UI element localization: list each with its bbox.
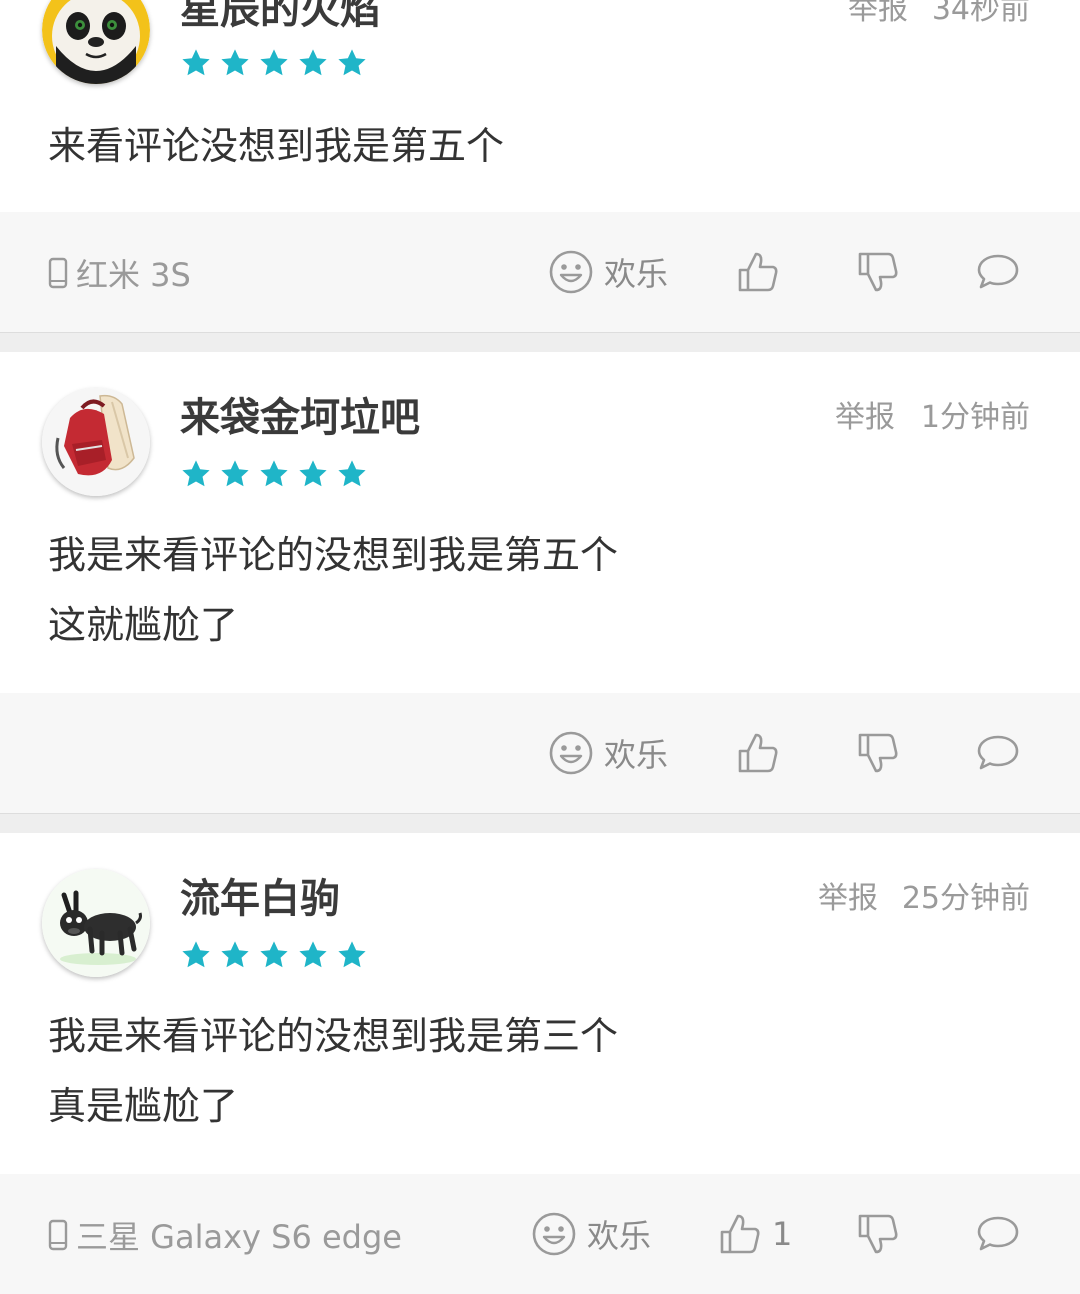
- dislike-button[interactable]: [856, 1210, 900, 1258]
- comment-footer: 三星 Galaxy S6 edge 欢乐 1: [0, 1174, 1080, 1294]
- star-icon: [258, 47, 290, 79]
- rating-stars: [180, 458, 375, 490]
- report-link[interactable]: 举报: [848, 0, 908, 30]
- reaction-button[interactable]: 欢乐: [548, 248, 668, 296]
- username[interactable]: 星辰的火焰: [180, 0, 380, 36]
- device-name: 三星 Galaxy S6 edge: [76, 1218, 402, 1256]
- comment-line: 真是尴尬了: [48, 1084, 239, 1128]
- card-divider: [0, 813, 1080, 833]
- comment-card: 星辰的火焰 举报 34秒前 来看评论没想到我是第五个 红米 3S 欢乐: [0, 0, 1080, 332]
- comment-line: 这就尴尬了: [48, 603, 239, 647]
- star-icon: [297, 47, 329, 79]
- reply-button[interactable]: [976, 248, 1020, 296]
- donkey-avatar-icon: [42, 869, 150, 977]
- thumbs-up-icon: [738, 252, 778, 292]
- like-count: 1: [772, 1215, 793, 1253]
- thumbs-down-icon: [858, 1214, 898, 1254]
- smiley-icon: [532, 1212, 576, 1256]
- card-divider: [0, 332, 1080, 352]
- avatar[interactable]: [42, 869, 150, 977]
- star-icon: [297, 458, 329, 490]
- comment-bubble-icon: [977, 735, 1019, 770]
- report-link[interactable]: 举报: [835, 398, 895, 438]
- reaction-label: 欢乐: [587, 1217, 652, 1255]
- report-link[interactable]: 举报: [818, 879, 878, 919]
- star-icon: [336, 458, 368, 490]
- comment-footer: 红米 3S 欢乐: [0, 212, 1080, 332]
- thumbs-down-icon: [858, 252, 898, 292]
- star-icon: [219, 939, 251, 971]
- phone-icon: [48, 1219, 68, 1251]
- smiley-icon: [549, 731, 593, 775]
- comment-text: 来看评论没想到我是第五个: [48, 111, 504, 181]
- device-name: 红米 3S: [76, 256, 191, 294]
- comment-line: 我是来看评论的没想到我是第五个: [48, 533, 619, 577]
- thumbs-up-icon: [738, 733, 778, 773]
- star-icon: [258, 939, 290, 971]
- timestamp: 1分钟前: [920, 400, 1030, 435]
- comment-card: 流年白驹 举报 25分钟前 我是来看评论的没想到我是第三个 真是尴尬了 三星 G…: [0, 833, 1080, 1294]
- reaction-button[interactable]: 欢乐: [531, 1210, 651, 1258]
- comment-text: 我是来看评论的没想到我是第五个 这就尴尬了: [48, 520, 618, 660]
- comment-footer: 欢乐: [0, 693, 1080, 813]
- rating-stars: [180, 47, 375, 79]
- like-button[interactable]: 1: [718, 1210, 792, 1258]
- reaction-button[interactable]: 欢乐: [548, 729, 668, 777]
- reaction-label: 欢乐: [604, 736, 669, 774]
- device-info: 三星 Galaxy S6 edge: [48, 1215, 402, 1256]
- star-icon: [219, 458, 251, 490]
- thumbs-up-icon: [720, 1214, 760, 1254]
- backpack-avatar-icon: [42, 388, 150, 496]
- rating-stars: [180, 939, 375, 971]
- dislike-button[interactable]: [856, 729, 900, 777]
- star-icon: [297, 939, 329, 971]
- dislike-button[interactable]: [856, 248, 900, 296]
- reply-button[interactable]: [976, 1210, 1020, 1258]
- star-icon: [219, 47, 251, 79]
- device-info: 红米 3S: [48, 253, 191, 294]
- like-button[interactable]: [736, 248, 790, 296]
- comment-bubble-icon: [977, 1216, 1019, 1251]
- smiley-icon: [549, 250, 593, 294]
- like-button[interactable]: [736, 729, 790, 777]
- star-icon: [336, 939, 368, 971]
- star-icon: [180, 47, 212, 79]
- reaction-label: 欢乐: [604, 255, 669, 293]
- panda-avatar-icon: [42, 0, 150, 84]
- star-icon: [336, 47, 368, 79]
- comment-line: 我是来看评论的没想到我是第三个: [48, 1014, 619, 1058]
- avatar[interactable]: [42, 0, 150, 84]
- star-icon: [258, 458, 290, 490]
- thumbs-down-icon: [858, 733, 898, 773]
- username[interactable]: 流年白驹: [180, 873, 340, 925]
- comment-text: 我是来看评论的没想到我是第三个 真是尴尬了: [48, 1001, 618, 1141]
- reply-button[interactable]: [976, 729, 1020, 777]
- star-icon: [180, 458, 212, 490]
- timestamp: 25分钟前: [901, 881, 1030, 916]
- star-icon: [180, 939, 212, 971]
- timestamp: 34秒前: [931, 0, 1030, 27]
- comment-line: 来看评论没想到我是第五个: [48, 124, 505, 168]
- username[interactable]: 来袋金坷垃吧: [180, 392, 420, 444]
- comment-card: 来袋金坷垃吧 举报 1分钟前 我是来看评论的没想到我是第五个 这就尴尬了 欢乐: [0, 352, 1080, 813]
- phone-icon: [48, 257, 68, 289]
- avatar[interactable]: [42, 388, 150, 496]
- comment-bubble-icon: [977, 254, 1019, 289]
